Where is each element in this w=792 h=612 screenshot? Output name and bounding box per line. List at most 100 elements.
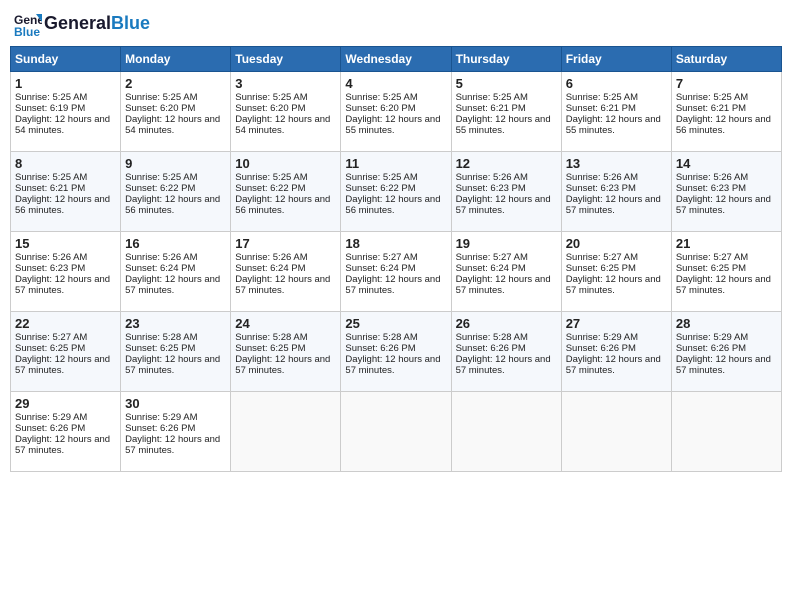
cell-info: Sunrise: 5:25 AMSunset: 6:22 PMDaylight:… xyxy=(125,172,220,216)
calendar-cell: 8Sunrise: 5:25 AMSunset: 6:21 PMDaylight… xyxy=(11,152,121,232)
calendar-cell: 14Sunrise: 5:26 AMSunset: 6:23 PMDayligh… xyxy=(671,152,781,232)
column-header-monday: Monday xyxy=(121,47,231,72)
calendar-cell: 1Sunrise: 5:25 AMSunset: 6:19 PMDaylight… xyxy=(11,72,121,152)
day-number: 26 xyxy=(456,316,557,331)
day-number: 11 xyxy=(345,156,446,171)
cell-info: Sunrise: 5:25 AMSunset: 6:21 PMDaylight:… xyxy=(15,172,110,216)
cell-info: Sunrise: 5:25 AMSunset: 6:21 PMDaylight:… xyxy=(566,92,661,136)
day-number: 25 xyxy=(345,316,446,331)
cell-info: Sunrise: 5:29 AMSunset: 6:26 PMDaylight:… xyxy=(125,412,220,456)
day-number: 12 xyxy=(456,156,557,171)
calendar-cell: 15Sunrise: 5:26 AMSunset: 6:23 PMDayligh… xyxy=(11,232,121,312)
column-header-sunday: Sunday xyxy=(11,47,121,72)
column-header-wednesday: Wednesday xyxy=(341,47,451,72)
calendar-cell xyxy=(451,392,561,472)
calendar-cell: 13Sunrise: 5:26 AMSunset: 6:23 PMDayligh… xyxy=(561,152,671,232)
cell-info: Sunrise: 5:25 AMSunset: 6:21 PMDaylight:… xyxy=(676,92,771,136)
calendar-cell: 30Sunrise: 5:29 AMSunset: 6:26 PMDayligh… xyxy=(121,392,231,472)
day-number: 6 xyxy=(566,76,667,91)
day-number: 7 xyxy=(676,76,777,91)
day-number: 20 xyxy=(566,236,667,251)
cell-info: Sunrise: 5:26 AMSunset: 6:23 PMDaylight:… xyxy=(15,252,110,296)
svg-text:Blue: Blue xyxy=(14,25,40,38)
cell-info: Sunrise: 5:25 AMSunset: 6:20 PMDaylight:… xyxy=(235,92,330,136)
cell-info: Sunrise: 5:25 AMSunset: 6:22 PMDaylight:… xyxy=(235,172,330,216)
day-number: 24 xyxy=(235,316,336,331)
day-number: 23 xyxy=(125,316,226,331)
calendar-cell: 18Sunrise: 5:27 AMSunset: 6:24 PMDayligh… xyxy=(341,232,451,312)
cell-info: Sunrise: 5:25 AMSunset: 6:20 PMDaylight:… xyxy=(125,92,220,136)
calendar-cell: 4Sunrise: 5:25 AMSunset: 6:20 PMDaylight… xyxy=(341,72,451,152)
cell-info: Sunrise: 5:25 AMSunset: 6:20 PMDaylight:… xyxy=(345,92,440,136)
calendar-header-row: SundayMondayTuesdayWednesdayThursdayFrid… xyxy=(11,47,782,72)
cell-info: Sunrise: 5:28 AMSunset: 6:25 PMDaylight:… xyxy=(235,332,330,376)
day-number: 28 xyxy=(676,316,777,331)
day-number: 10 xyxy=(235,156,336,171)
calendar-cell: 16Sunrise: 5:26 AMSunset: 6:24 PMDayligh… xyxy=(121,232,231,312)
day-number: 5 xyxy=(456,76,557,91)
calendar-table: SundayMondayTuesdayWednesdayThursdayFrid… xyxy=(10,46,782,472)
calendar-cell: 22Sunrise: 5:27 AMSunset: 6:25 PMDayligh… xyxy=(11,312,121,392)
cell-info: Sunrise: 5:28 AMSunset: 6:26 PMDaylight:… xyxy=(345,332,440,376)
cell-info: Sunrise: 5:27 AMSunset: 6:24 PMDaylight:… xyxy=(456,252,551,296)
calendar-week-row: 22Sunrise: 5:27 AMSunset: 6:25 PMDayligh… xyxy=(11,312,782,392)
calendar-cell: 29Sunrise: 5:29 AMSunset: 6:26 PMDayligh… xyxy=(11,392,121,472)
column-header-friday: Friday xyxy=(561,47,671,72)
cell-info: Sunrise: 5:29 AMSunset: 6:26 PMDaylight:… xyxy=(15,412,110,456)
day-number: 22 xyxy=(15,316,116,331)
day-number: 27 xyxy=(566,316,667,331)
day-number: 14 xyxy=(676,156,777,171)
calendar-cell: 11Sunrise: 5:25 AMSunset: 6:22 PMDayligh… xyxy=(341,152,451,232)
calendar-cell: 26Sunrise: 5:28 AMSunset: 6:26 PMDayligh… xyxy=(451,312,561,392)
day-number: 8 xyxy=(15,156,116,171)
cell-info: Sunrise: 5:27 AMSunset: 6:24 PMDaylight:… xyxy=(345,252,440,296)
calendar-cell: 5Sunrise: 5:25 AMSunset: 6:21 PMDaylight… xyxy=(451,72,561,152)
calendar-cell: 19Sunrise: 5:27 AMSunset: 6:24 PMDayligh… xyxy=(451,232,561,312)
calendar-cell: 20Sunrise: 5:27 AMSunset: 6:25 PMDayligh… xyxy=(561,232,671,312)
day-number: 1 xyxy=(15,76,116,91)
calendar-week-row: 15Sunrise: 5:26 AMSunset: 6:23 PMDayligh… xyxy=(11,232,782,312)
day-number: 18 xyxy=(345,236,446,251)
calendar-cell: 12Sunrise: 5:26 AMSunset: 6:23 PMDayligh… xyxy=(451,152,561,232)
calendar-cell: 3Sunrise: 5:25 AMSunset: 6:20 PMDaylight… xyxy=(231,72,341,152)
calendar-cell: 17Sunrise: 5:26 AMSunset: 6:24 PMDayligh… xyxy=(231,232,341,312)
calendar-cell xyxy=(341,392,451,472)
calendar-cell xyxy=(231,392,341,472)
day-number: 16 xyxy=(125,236,226,251)
day-number: 21 xyxy=(676,236,777,251)
header: General Blue GeneralBlue xyxy=(10,10,782,38)
cell-info: Sunrise: 5:26 AMSunset: 6:23 PMDaylight:… xyxy=(456,172,551,216)
column-header-thursday: Thursday xyxy=(451,47,561,72)
day-number: 9 xyxy=(125,156,226,171)
calendar-cell: 23Sunrise: 5:28 AMSunset: 6:25 PMDayligh… xyxy=(121,312,231,392)
cell-info: Sunrise: 5:27 AMSunset: 6:25 PMDaylight:… xyxy=(15,332,110,376)
calendar-cell: 24Sunrise: 5:28 AMSunset: 6:25 PMDayligh… xyxy=(231,312,341,392)
calendar-cell xyxy=(671,392,781,472)
cell-info: Sunrise: 5:29 AMSunset: 6:26 PMDaylight:… xyxy=(566,332,661,376)
calendar-cell: 25Sunrise: 5:28 AMSunset: 6:26 PMDayligh… xyxy=(341,312,451,392)
cell-info: Sunrise: 5:26 AMSunset: 6:24 PMDaylight:… xyxy=(125,252,220,296)
day-number: 13 xyxy=(566,156,667,171)
cell-info: Sunrise: 5:27 AMSunset: 6:25 PMDaylight:… xyxy=(676,252,771,296)
day-number: 15 xyxy=(15,236,116,251)
day-number: 3 xyxy=(235,76,336,91)
day-number: 2 xyxy=(125,76,226,91)
calendar-cell: 10Sunrise: 5:25 AMSunset: 6:22 PMDayligh… xyxy=(231,152,341,232)
calendar-cell: 7Sunrise: 5:25 AMSunset: 6:21 PMDaylight… xyxy=(671,72,781,152)
calendar-cell: 28Sunrise: 5:29 AMSunset: 6:26 PMDayligh… xyxy=(671,312,781,392)
day-number: 29 xyxy=(15,396,116,411)
cell-info: Sunrise: 5:26 AMSunset: 6:24 PMDaylight:… xyxy=(235,252,330,296)
cell-info: Sunrise: 5:25 AMSunset: 6:22 PMDaylight:… xyxy=(345,172,440,216)
day-number: 19 xyxy=(456,236,557,251)
day-number: 30 xyxy=(125,396,226,411)
calendar-week-row: 29Sunrise: 5:29 AMSunset: 6:26 PMDayligh… xyxy=(11,392,782,472)
column-header-saturday: Saturday xyxy=(671,47,781,72)
calendar-cell xyxy=(561,392,671,472)
cell-info: Sunrise: 5:25 AMSunset: 6:21 PMDaylight:… xyxy=(456,92,551,136)
cell-info: Sunrise: 5:27 AMSunset: 6:25 PMDaylight:… xyxy=(566,252,661,296)
cell-info: Sunrise: 5:26 AMSunset: 6:23 PMDaylight:… xyxy=(566,172,661,216)
calendar-cell: 9Sunrise: 5:25 AMSunset: 6:22 PMDaylight… xyxy=(121,152,231,232)
cell-info: Sunrise: 5:28 AMSunset: 6:26 PMDaylight:… xyxy=(456,332,551,376)
day-number: 4 xyxy=(345,76,446,91)
calendar-cell: 27Sunrise: 5:29 AMSunset: 6:26 PMDayligh… xyxy=(561,312,671,392)
